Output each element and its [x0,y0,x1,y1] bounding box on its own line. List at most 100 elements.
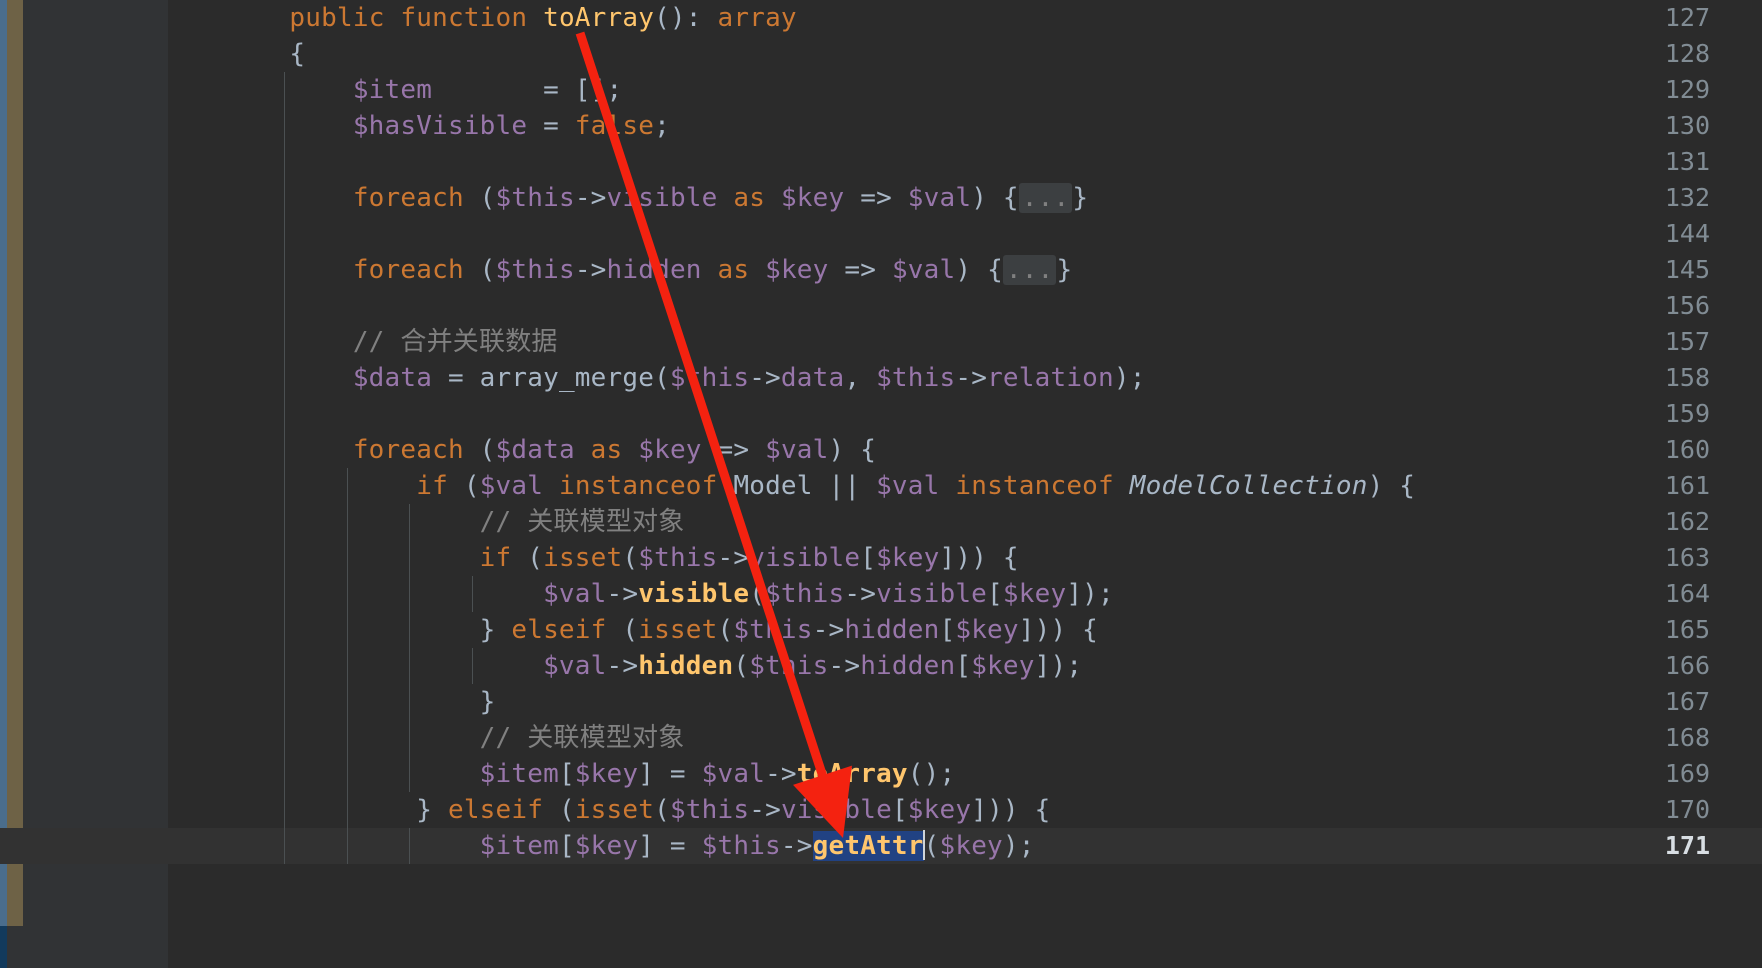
comment-token: 合并关联数据 [400,327,558,357]
code-token: ) { [828,435,877,465]
code-line-text[interactable]: } elseif (isset($this->hidden[$key])) { [168,612,1098,648]
code-line-text[interactable]: $item = []; [168,72,622,108]
code-line[interactable]: 130 $hasVisible = false; [0,108,1762,144]
code-token: -> [844,579,877,609]
indent-guide [284,288,286,324]
code-token: ; [654,111,670,141]
code-token: visible [638,579,750,609]
code-line[interactable]: 157 // 合并关联数据 [0,324,1762,360]
code-token: $key [955,615,1019,645]
code-token: -> [749,363,781,393]
code-line[interactable]: 171 $item[$key] = $this->getAttr($key); [0,828,1762,864]
code-line[interactable]: 166 $val->hidden($this->hidden[$key]); [0,648,1762,684]
code-line-text[interactable]: } elseif (isset($this->visible[$key])) { [168,792,1051,828]
line-number: 132 [1664,183,1710,212]
line-number: 166 [1664,651,1710,680]
line-number: 131 [1664,147,1710,176]
code-line[interactable]: 156 [0,288,1762,324]
code-line-text[interactable] [168,144,226,180]
indent-guide [284,216,286,252]
code-line[interactable]: 159 [0,396,1762,432]
indent-guide [284,144,286,180]
code-token: visible [749,543,861,573]
code-line[interactable]: 164 $val->visible($this->visible[$key]); [0,576,1762,612]
code-line[interactable]: 170 } elseif (isset($this->visible[$key]… [0,792,1762,828]
code-token: ] = [638,831,702,861]
code-line[interactable]: 132 foreach ($this->visible as $key => $… [0,180,1762,216]
code-token: hidden [844,615,940,645]
code-line[interactable]: 163 if (isset($this->visible[$key])) { [0,540,1762,576]
code-line-text[interactable]: // 关联模型对象 [168,504,685,540]
collapsed-fold-placeholder[interactable]: ... [1002,255,1057,285]
code-line[interactable]: 128 { [0,36,1762,72]
code-line[interactable]: 160 foreach ($data as $key => $val) { [0,432,1762,468]
collapsed-fold-placeholder[interactable]: ... [1018,183,1073,213]
code-token: ( [749,579,766,609]
code-line-text[interactable]: $data = array_merge($this->data, $this->… [168,360,1146,396]
code-token: $this [701,831,781,861]
code-line-text[interactable]: foreach ($this->hidden as $key => $val) … [168,252,1072,288]
line-number: 157 [1664,327,1710,356]
code-line[interactable]: 127 public function toArray(): array [0,0,1762,36]
code-line-text[interactable]: { [168,36,305,72]
code-line-text[interactable]: $hasVisible = false; [168,108,670,144]
code-editor[interactable]: 127 public function toArray(): array 128 … [0,0,1762,968]
code-token: -> [955,363,988,393]
code-token: relation [987,363,1114,393]
code-line-text[interactable]: // 合并关联数据 [168,324,558,360]
code-line-text[interactable] [168,288,226,324]
code-line[interactable]: 165 } elseif (isset($this->hidden[$key])… [0,612,1762,648]
code-token: toArray [543,3,655,33]
code-line-text[interactable]: foreach ($this->visible as $key => $val)… [168,180,1088,216]
code-token: ( [463,255,496,285]
line-number: 128 [1664,39,1710,68]
code-token: -> [606,651,639,681]
code-token: -> [780,831,813,861]
code-line-text[interactable]: if (isset($this->visible[$key])) { [168,540,1019,576]
code-line-text[interactable] [168,396,226,432]
code-line[interactable]: 168 // 关联模型对象 [0,720,1762,756]
code-token: ])) { [939,543,1019,573]
code-line[interactable]: 161 if ($val instanceof Model || $val in… [0,468,1762,504]
code-line[interactable]: 129 $item = []; [0,72,1762,108]
code-line[interactable]: 145 foreach ($this->hidden as $key => $v… [0,252,1762,288]
code-line-text[interactable]: // 关联模型对象 [168,720,685,756]
code-token: = [432,363,480,393]
code-token: , [844,363,877,393]
code-line-text[interactable]: $val->visible($this->visible[$key]); [168,576,1114,612]
code-token: ( [622,543,639,573]
code-line-text[interactable]: $item[$key] = $val->toArray(); [168,756,955,792]
code-token: $key [765,255,829,285]
code-line[interactable]: 158 $data = array_merge($this->data, $th… [0,360,1762,396]
code-line-text[interactable] [168,216,226,252]
code-token: $this [749,651,829,681]
line-number: 161 [1664,471,1710,500]
code-line[interactable]: 144 [0,216,1762,252]
code-token: ModelCollection [1129,471,1368,501]
code-token: } [479,687,496,717]
code-line-text[interactable]: public function toArray(): array [168,0,797,36]
code-token: $key [939,831,1003,861]
code-token: $item [479,759,559,789]
comment-token: // [352,327,401,357]
code-line-text[interactable]: } [168,684,496,720]
code-token: $val [543,651,607,681]
code-token: $this [495,183,575,213]
code-line[interactable]: 162 // 关联模型对象 [0,504,1762,540]
code-line-text[interactable]: if ($val instanceof Model || $val instan… [168,468,1415,504]
code-line-text[interactable]: $item[$key] = $this->getAttr($key); [168,828,1035,864]
code-line[interactable]: 131 [0,144,1762,180]
code-line[interactable]: 169 $item[$key] = $val->toArray(); [0,756,1762,792]
code-line[interactable]: 167 } [0,684,1762,720]
code-line-text[interactable]: foreach ($data as $key => $val) { [168,432,876,468]
code-line-text[interactable]: $val->hidden($this->hidden[$key]); [168,648,1082,684]
